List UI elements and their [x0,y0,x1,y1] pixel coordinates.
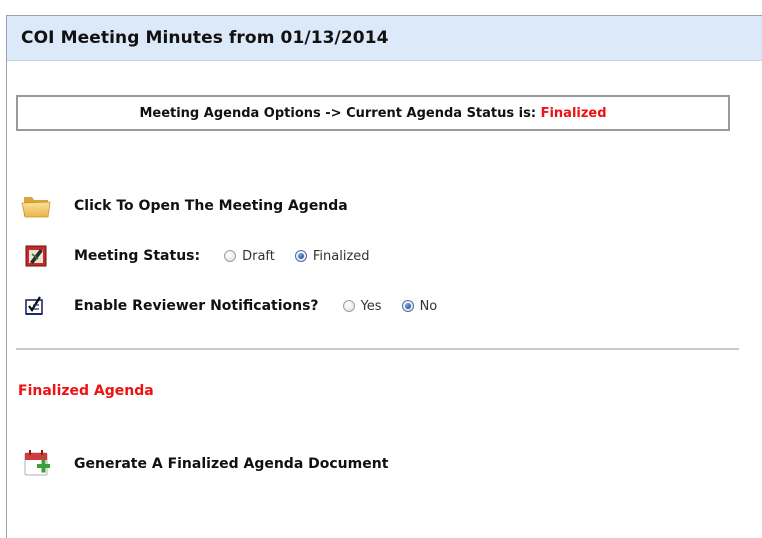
notifications-radio-group: Yes No [342,298,458,314]
agenda-status-value: Finalized [540,105,607,121]
reviewer-notifications-row: Enable Reviewer Notifications? Yes No [18,292,457,320]
reviewer-notifications-label: Enable Reviewer Notifications? [74,298,319,314]
meeting-status-label: Meeting Status: [74,248,201,264]
meeting-status-row: Meeting Status: Draft Finalized [18,242,390,270]
section-divider [16,348,739,350]
checklist-icon [18,292,54,320]
calendar-add-icon [18,450,54,478]
notifications-no-radio[interactable]: No [401,298,438,314]
radio-label-finalized: Finalized [312,248,370,264]
generate-agenda-label: Generate A Finalized Agenda Document [74,456,389,472]
radio-selected-icon [401,300,414,312]
agenda-status-box: Meeting Agenda Options -> Current Agenda… [16,95,730,131]
open-agenda-label: Click To Open The Meeting Agenda [74,198,348,214]
radio-label-draft: Draft [242,248,275,264]
meeting-status-finalized-radio[interactable]: Finalized [294,248,370,264]
radio-unselected-icon [224,250,237,262]
meeting-status-draft-radio[interactable]: Draft [224,249,275,264]
meeting-status-radio-group: Draft Finalized [224,249,389,264]
radio-label-no: No [419,298,438,314]
radio-label-yes: Yes [360,298,382,314]
open-agenda-link[interactable]: Click To Open The Meeting Agenda [18,192,348,220]
agenda-status-label: Meeting Agenda Options -> Current Agenda… [139,105,541,121]
radio-selected-icon [294,250,307,262]
notepad-pencil-icon [18,242,54,270]
notifications-yes-radio[interactable]: Yes [342,298,382,314]
finalized-agenda-heading: Finalized Agenda [18,383,154,399]
radio-unselected-icon [342,300,355,312]
folder-icon [18,192,54,220]
panel-header: COI Meeting Minutes from 01/13/2014 [7,16,762,61]
page-title: COI Meeting Minutes from 01/13/2014 [21,28,389,48]
generate-agenda-link[interactable]: Generate A Finalized Agenda Document [18,450,388,478]
